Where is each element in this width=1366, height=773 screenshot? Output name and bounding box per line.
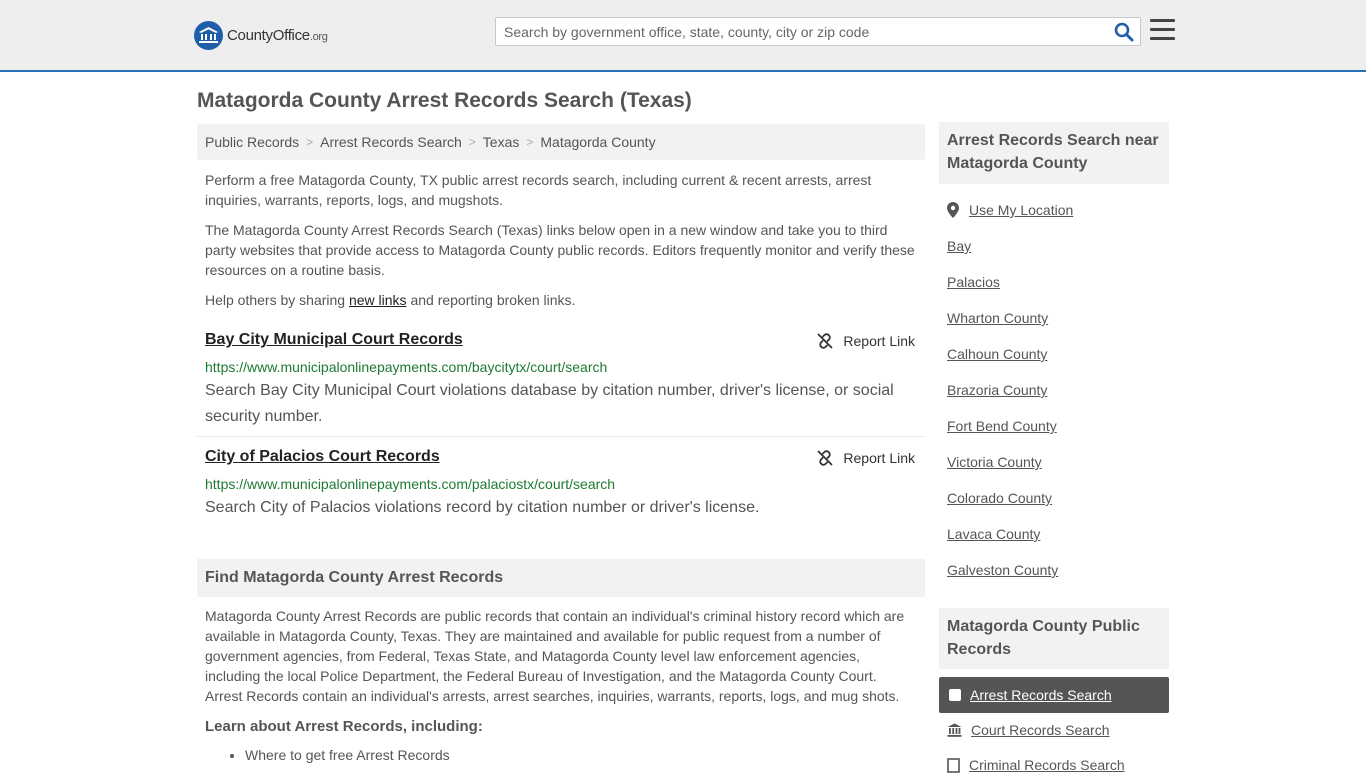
record-item: Bay City Municipal Court Records Report … bbox=[197, 331, 925, 431]
intro-paragraph-3: Help others by sharing new links and rep… bbox=[205, 290, 917, 310]
record-title-link[interactable]: City of Palacios Court Records bbox=[205, 448, 440, 466]
learn-list-item: Where to get free Arrest Records bbox=[245, 747, 450, 763]
breadcrumb-matagorda-county[interactable]: Matagorda County bbox=[540, 134, 655, 150]
breadcrumb-texas[interactable]: Texas bbox=[483, 134, 520, 150]
site-header: CountyOffice.org bbox=[0, 0, 1366, 72]
nearby-link[interactable]: Victoria County bbox=[947, 454, 1042, 470]
breadcrumb-arrest-records-search[interactable]: Arrest Records Search bbox=[320, 134, 462, 150]
use-my-location-link[interactable]: Use My Location bbox=[947, 202, 1073, 218]
location-pin-icon bbox=[947, 202, 959, 218]
broken-link-icon bbox=[818, 450, 833, 466]
search-input[interactable] bbox=[496, 18, 1106, 45]
record-description: Search Bay City Municipal Court violatio… bbox=[205, 382, 894, 425]
breadcrumb: Public Records > Arrest Records Search >… bbox=[197, 124, 925, 160]
sidebar-item-criminal-records-search[interactable]: Criminal Records Search bbox=[947, 757, 1125, 773]
find-records-text: Matagorda County Arrest Records are publ… bbox=[205, 608, 905, 704]
nearby-link[interactable]: Wharton County bbox=[947, 310, 1048, 326]
courthouse-icon bbox=[947, 723, 962, 737]
logo-emblem-icon bbox=[194, 20, 223, 50]
breadcrumb-separator: > bbox=[306, 135, 314, 149]
learn-heading: Learn about Arrest Records, including: bbox=[205, 718, 483, 735]
search-box bbox=[495, 17, 1141, 46]
sidebar-item-court-records-search[interactable]: Court Records Search bbox=[947, 722, 1110, 738]
logo-suffix: .org bbox=[309, 30, 328, 43]
sidebar-item-label: Criminal Records Search bbox=[969, 757, 1125, 773]
use-my-location-label: Use My Location bbox=[969, 202, 1074, 218]
sidebar-item-label: Arrest Records Search bbox=[970, 687, 1112, 703]
report-link-button[interactable]: Report Link bbox=[817, 450, 915, 466]
logo-main: CountyOffice bbox=[227, 26, 310, 44]
report-link-label: Report Link bbox=[843, 450, 915, 466]
hamburger-menu-icon[interactable] bbox=[1150, 19, 1175, 41]
intro-paragraph-2: The Matagorda County Arrest Records Sear… bbox=[205, 222, 915, 278]
learn-list: Where to get free Arrest Records bbox=[245, 747, 450, 763]
menu-bar bbox=[1150, 19, 1175, 22]
nearby-link[interactable]: Calhoun County bbox=[947, 346, 1047, 362]
intro-paragraph-1: Perform a free Matagorda County, TX publ… bbox=[205, 172, 872, 208]
record-divider bbox=[197, 436, 925, 437]
record-item: City of Palacios Court Records Report Li… bbox=[197, 448, 925, 528]
nearby-link[interactable]: Galveston County bbox=[947, 562, 1058, 578]
sidebar-item-label: Court Records Search bbox=[971, 722, 1110, 738]
page-title: Matagorda County Arrest Records Search (… bbox=[197, 89, 692, 112]
report-link-label: Report Link bbox=[843, 333, 915, 349]
site-logo[interactable]: CountyOffice.org bbox=[194, 20, 328, 50]
checkbox-icon bbox=[949, 689, 961, 701]
record-url[interactable]: https://www.municipalonlinepayments.com/… bbox=[205, 359, 607, 375]
search-icon[interactable] bbox=[1114, 22, 1134, 42]
intro-text: Help others by sharing bbox=[205, 292, 349, 308]
nearby-link[interactable]: Palacios bbox=[947, 274, 1000, 290]
nearby-link[interactable]: Fort Bend County bbox=[947, 418, 1057, 434]
sidebar-near-heading: Arrest Records Search near Matagorda Cou… bbox=[939, 122, 1169, 184]
menu-bar bbox=[1150, 37, 1175, 40]
logo-text: CountyOffice.org bbox=[227, 27, 328, 44]
document-icon bbox=[947, 757, 960, 773]
sidebar-item-arrest-records-search[interactable]: Arrest Records Search bbox=[939, 677, 1169, 713]
breadcrumb-separator: > bbox=[526, 135, 534, 149]
record-url[interactable]: https://www.municipalonlinepayments.com/… bbox=[205, 476, 615, 492]
record-title-link[interactable]: Bay City Municipal Court Records bbox=[205, 331, 463, 349]
nearby-link[interactable]: Colorado County bbox=[947, 490, 1052, 506]
sidebar-public-records-heading: Matagorda County Public Records bbox=[939, 608, 1169, 669]
find-records-heading: Find Matagorda County Arrest Records bbox=[197, 559, 925, 597]
menu-bar bbox=[1150, 28, 1175, 31]
report-link-button[interactable]: Report Link bbox=[817, 333, 915, 349]
broken-link-icon bbox=[818, 333, 833, 349]
new-links-link[interactable]: new links bbox=[349, 292, 407, 308]
record-description: Search City of Palacios violations recor… bbox=[205, 499, 760, 516]
nearby-link[interactable]: Bay bbox=[947, 238, 971, 254]
intro-text: and reporting broken links. bbox=[406, 292, 576, 308]
nearby-link[interactable]: Brazoria County bbox=[947, 382, 1047, 398]
breadcrumb-separator: > bbox=[468, 135, 476, 149]
nearby-link[interactable]: Lavaca County bbox=[947, 526, 1040, 542]
breadcrumb-public-records[interactable]: Public Records bbox=[205, 134, 299, 150]
